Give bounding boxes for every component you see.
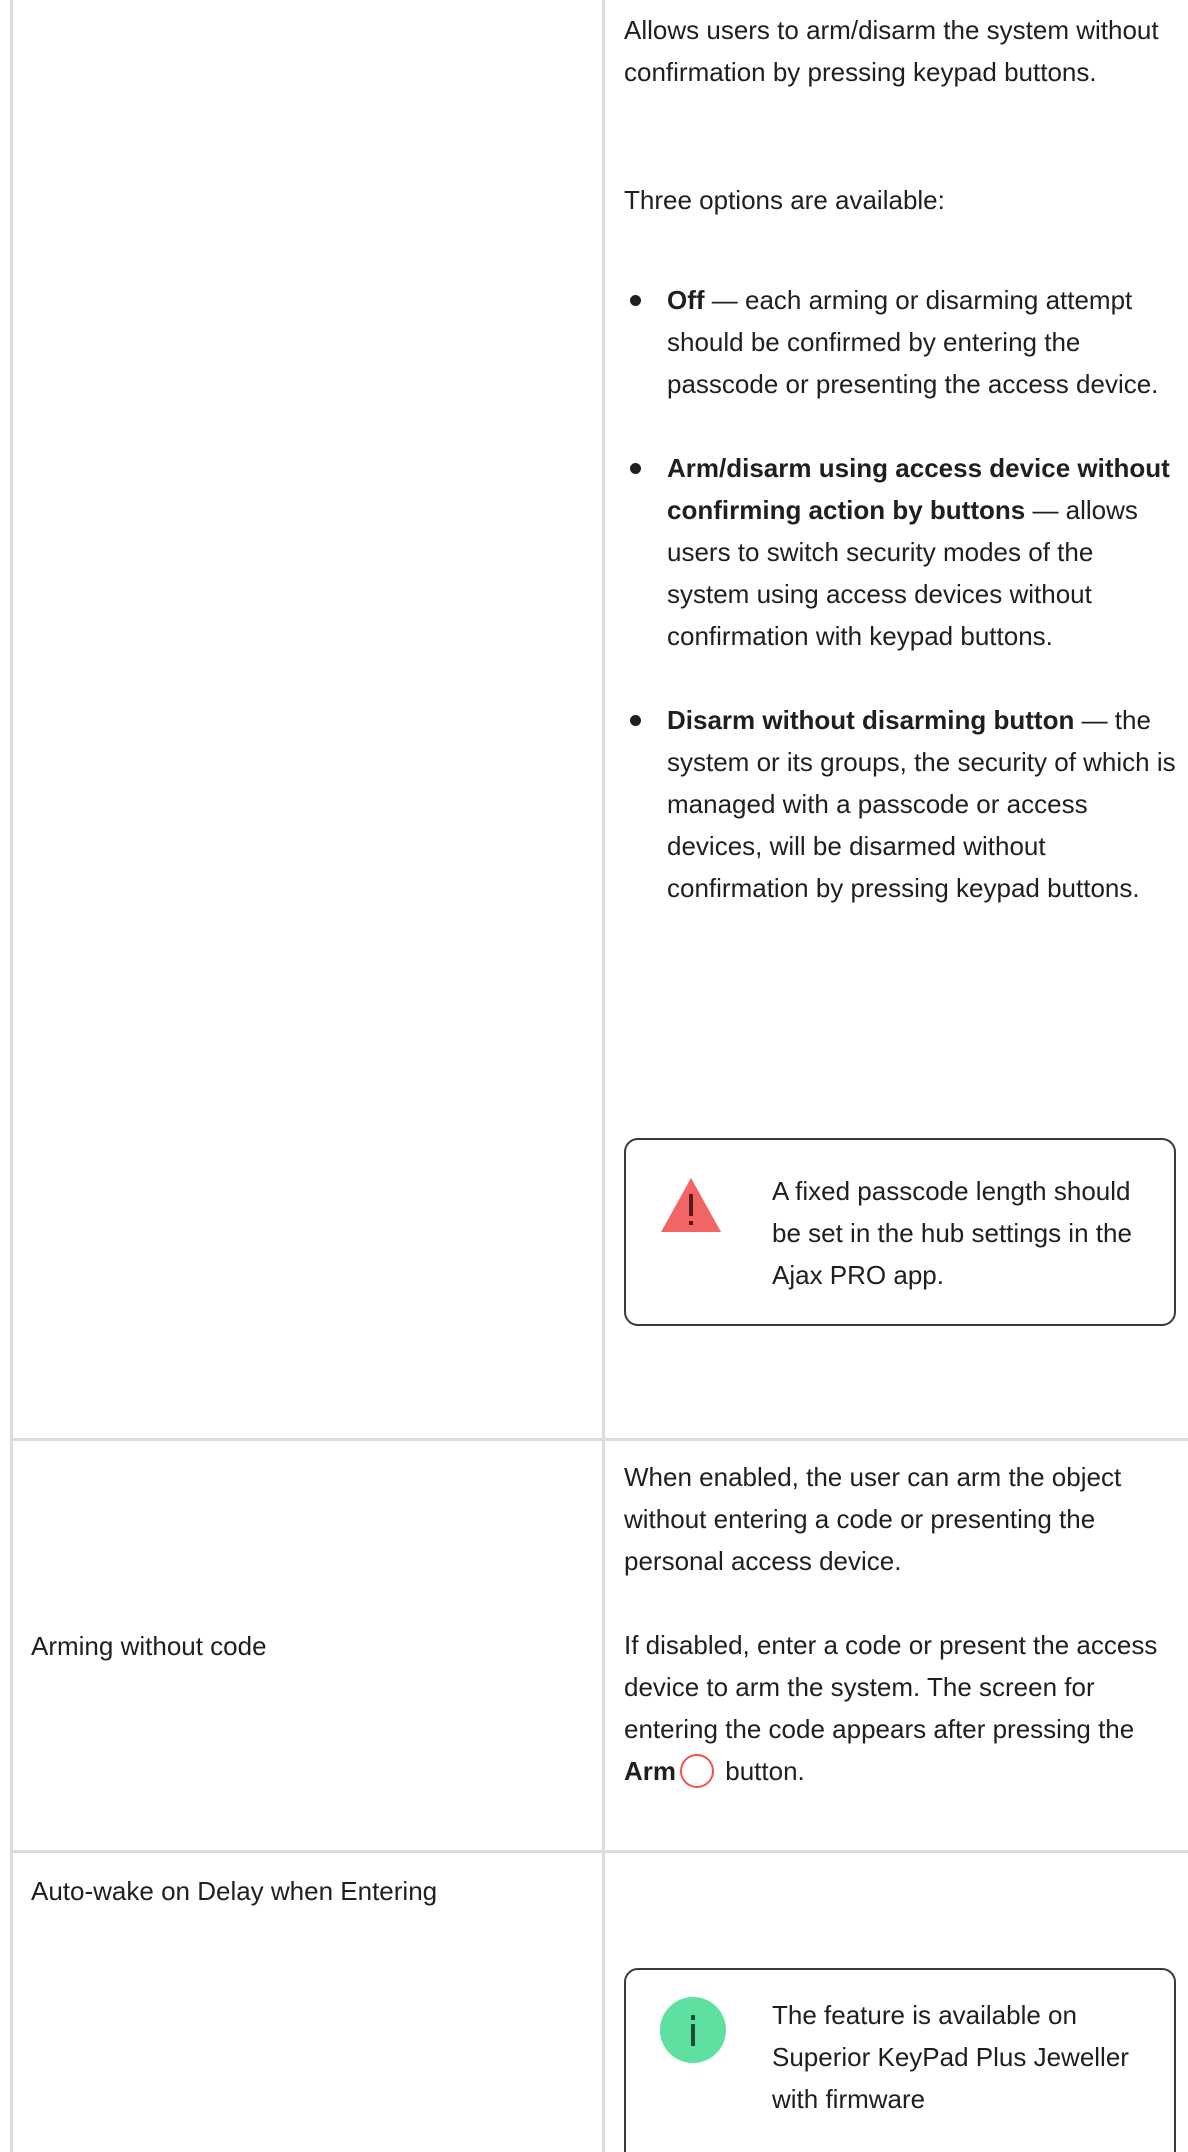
warning-note: A fixed passcode length should be set in… <box>624 1138 1176 1326</box>
option-text: — each arming or disarming attempt shoul… <box>667 285 1159 399</box>
setting-label: Auto-wake on Delay when Entering <box>31 1876 438 1906</box>
list-item: Disarm without disarming button — the sy… <box>624 699 1179 909</box>
list-item: Off — each arming or disarming attempt s… <box>624 279 1179 405</box>
row2-paragraph2: If disabled, enter a code or present the… <box>624 1624 1169 1792</box>
settings-table: Allows users to arm/disarm the system wi… <box>0 0 1188 2152</box>
info-note-text: The feature is available on Superior Key… <box>772 2000 1129 2114</box>
row-divider <box>10 1438 1188 1441</box>
warning-triangle-icon <box>661 1178 721 1232</box>
options-list: Off — each arming or disarming attempt s… <box>624 279 1179 951</box>
paragraph-text: button. <box>718 1756 805 1786</box>
info-icon <box>660 1997 726 2063</box>
bullet-icon <box>630 715 641 726</box>
bullet-icon <box>630 463 641 474</box>
table-column-divider <box>602 0 605 2152</box>
option-term: Disarm without disarming button <box>667 705 1075 735</box>
info-note: The feature is available on Superior Key… <box>624 1968 1176 2152</box>
bullet-icon <box>630 295 641 306</box>
row2-paragraph1: When enabled, the user can arm the objec… <box>624 1462 1122 1576</box>
arm-label: Arm <box>624 1756 677 1786</box>
list-item: Arm/disarm using access device without c… <box>624 447 1179 657</box>
setting-label: Arming without code <box>31 1631 267 1661</box>
option-term: Off <box>667 285 705 315</box>
row-divider <box>10 1850 1188 1853</box>
row1-paragraph2: Three options are available: <box>624 185 945 215</box>
arm-circle-icon <box>680 1754 715 1788</box>
warning-note-text: A fixed passcode length should be set in… <box>772 1176 1132 1290</box>
row1-paragraph1: Allows users to arm/disarm the system wi… <box>624 15 1159 87</box>
table-left-border <box>10 0 13 2152</box>
paragraph-text: If disabled, enter a code or present the… <box>624 1630 1158 1744</box>
